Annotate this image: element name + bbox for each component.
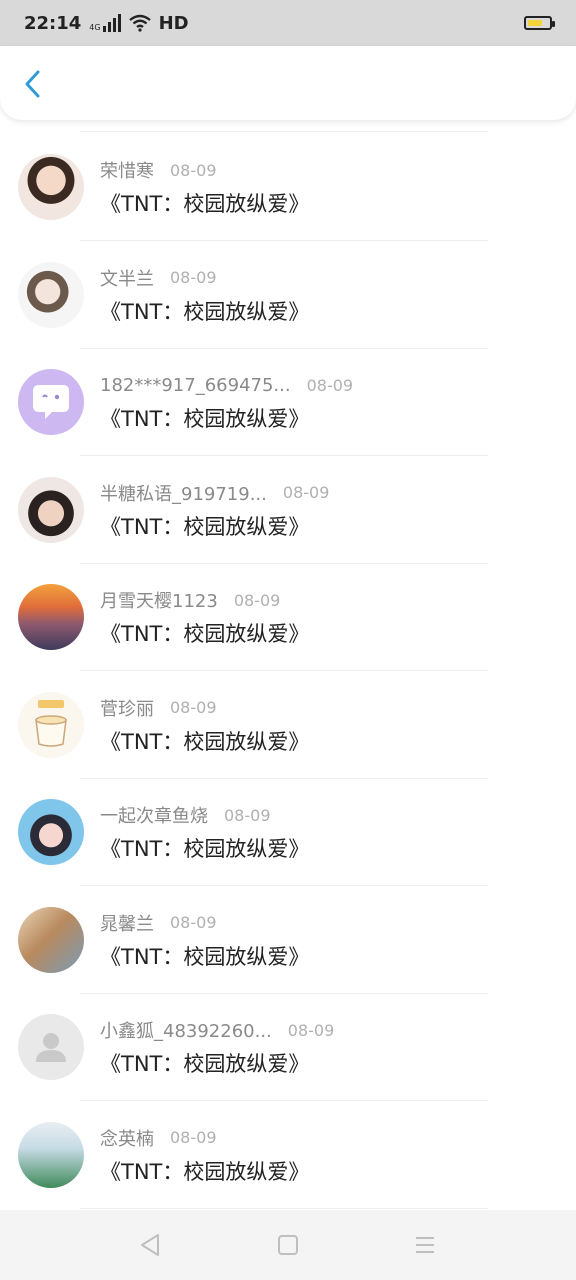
book-title[interactable]: 《TNT：校园放纵爱》 xyxy=(100,511,309,541)
square-home-icon xyxy=(278,1235,298,1255)
divider xyxy=(80,240,488,241)
list-item[interactable]: 一起次章鱼烧 08-09 《TNT：校园放纵爱》 xyxy=(0,799,576,906)
default-user-icon xyxy=(36,1033,66,1062)
item-date: 08-09 xyxy=(287,1020,335,1040)
item-meta: 半糖私语_919719... 08-09 xyxy=(100,481,329,505)
divider xyxy=(80,1207,488,1209)
item-date: 08-09 xyxy=(170,698,217,717)
avatar[interactable] xyxy=(18,261,84,328)
avatar[interactable] xyxy=(18,1014,84,1080)
menu-lines-icon xyxy=(416,1237,434,1253)
divider xyxy=(80,1100,488,1101)
user-name[interactable]: 一起次章鱼烧 xyxy=(100,802,208,828)
user-name[interactable]: 月雪天樱1123 xyxy=(100,587,218,613)
avatar[interactable] xyxy=(18,369,84,435)
avatar[interactable] xyxy=(18,476,84,543)
user-name[interactable]: 小鑫狐_48392260... xyxy=(100,1017,272,1043)
divider xyxy=(80,455,488,456)
nav-back-button[interactable] xyxy=(136,1230,166,1260)
dessert-cup-icon xyxy=(35,699,67,747)
user-name[interactable]: 菅珍丽 xyxy=(100,695,154,721)
triangle-back-icon xyxy=(141,1234,159,1256)
chevron-left-icon xyxy=(25,70,40,98)
book-title[interactable]: 《TNT：校园放纵爱》 xyxy=(100,188,309,218)
avatar[interactable] xyxy=(18,1121,84,1188)
item-meta: 菅珍丽 08-09 xyxy=(100,696,217,720)
divider xyxy=(80,131,488,132)
divider xyxy=(80,670,488,671)
divider xyxy=(80,992,488,994)
item-date: 08-09 xyxy=(306,375,354,395)
item-meta: 182***917_669475... 08-09 xyxy=(100,373,353,397)
book-title[interactable]: 《TNT：校园放纵爱》 xyxy=(100,1048,309,1078)
signal-icon xyxy=(102,14,121,32)
list-item[interactable]: 文半兰 08-09 《TNT：校园放纵爱》 xyxy=(0,261,576,369)
list-item[interactable]: 荣惜寒 08-09 《TNT：校园放纵爱》 xyxy=(0,154,576,261)
book-title[interactable]: 《TNT：校园放纵爱》 xyxy=(100,726,309,756)
list-item[interactable]: 晁馨兰 08-09 《TNT：校园放纵爱》 xyxy=(0,906,576,1014)
item-date: 08-09 xyxy=(170,913,217,932)
hd-label: HD xyxy=(158,12,189,34)
book-title[interactable]: 《TNT：校园放纵爱》 xyxy=(100,618,309,648)
item-date: 08-09 xyxy=(224,805,271,825)
avatar[interactable] xyxy=(18,799,84,865)
nav-menu-button[interactable] xyxy=(410,1230,440,1260)
book-title[interactable]: 《TNT：校园放纵爱》 xyxy=(100,941,309,971)
book-title[interactable]: 《TNT：校园放纵爱》 xyxy=(100,833,309,863)
user-name[interactable]: 晁馨兰 xyxy=(100,910,154,936)
network-type: 4G xyxy=(89,23,101,32)
item-date: 08-09 xyxy=(233,590,281,610)
divider xyxy=(80,885,488,886)
user-name[interactable]: 半糖私语_919719... xyxy=(100,480,267,506)
item-meta: 一起次章鱼烧 08-09 xyxy=(100,802,271,828)
item-meta: 文半兰 08-09 xyxy=(100,266,217,290)
book-title[interactable]: 《TNT：校园放纵爱》 xyxy=(100,1156,309,1186)
avatar[interactable] xyxy=(18,691,84,758)
nav-home-button[interactable] xyxy=(273,1230,303,1260)
back-button[interactable] xyxy=(18,66,48,102)
item-meta: 荣惜寒 08-09 xyxy=(100,157,217,183)
item-meta: 念英楠 08-09 xyxy=(100,1126,217,1150)
battery-level xyxy=(528,20,542,26)
item-date: 08-09 xyxy=(170,1128,217,1147)
item-meta: 小鑫狐_48392260... 08-09 xyxy=(100,1017,335,1043)
divider xyxy=(80,777,488,779)
user-name[interactable]: 荣惜寒 xyxy=(100,157,154,183)
item-meta: 晁馨兰 08-09 xyxy=(100,911,217,935)
avatar[interactable] xyxy=(18,584,84,650)
avatar[interactable] xyxy=(18,906,84,973)
chat-bubble-icon xyxy=(33,385,69,419)
wifi-icon xyxy=(128,14,151,32)
user-name[interactable]: 念英楠 xyxy=(100,1125,154,1151)
user-name[interactable]: 文半兰 xyxy=(100,265,154,291)
status-right xyxy=(524,16,555,30)
divider xyxy=(80,347,488,349)
status-left: 22:14 4G HD xyxy=(24,13,189,34)
header xyxy=(0,46,576,120)
list-item[interactable]: 182***917_669475... 08-09 《TNT：校园放纵爱》 xyxy=(0,369,576,476)
list-item[interactable]: 半糖私语_919719... 08-09 《TNT：校园放纵爱》 xyxy=(0,476,576,584)
battery-icon xyxy=(524,16,555,30)
reader-list[interactable]: 荣惜寒 08-09 《TNT：校园放纵爱》 文半兰 08-09 《TNT：校园放纵爱》 18… xyxy=(0,120,576,1210)
list-item[interactable]: 菅珍丽 08-09 《TNT：校园放纵爱》 xyxy=(0,691,576,799)
status-bar: 22:14 4G HD xyxy=(0,0,576,46)
list-item[interactable]: 念英楠 08-09 《TNT：校园放纵爱》 xyxy=(0,1121,576,1211)
list-item[interactable]: 月雪天樱1123 08-09 《TNT：校园放纵爱》 xyxy=(0,584,576,691)
avatar[interactable] xyxy=(18,154,84,220)
user-name[interactable]: 182***917_669475... xyxy=(100,375,291,396)
system-nav-bar xyxy=(0,1210,576,1280)
item-meta: 月雪天樱1123 08-09 xyxy=(100,587,281,613)
item-date: 08-09 xyxy=(170,268,217,287)
status-time: 22:14 xyxy=(24,12,82,34)
list-item[interactable]: 小鑫狐_48392260... 08-09 《TNT：校园放纵爱》 xyxy=(0,1014,576,1121)
signal-group: 4G xyxy=(89,14,121,32)
item-date: 08-09 xyxy=(170,160,217,180)
book-title[interactable]: 《TNT：校园放纵爱》 xyxy=(100,403,309,433)
item-date: 08-09 xyxy=(282,483,330,502)
divider xyxy=(80,562,488,564)
book-title[interactable]: 《TNT：校园放纵爱》 xyxy=(100,296,309,326)
